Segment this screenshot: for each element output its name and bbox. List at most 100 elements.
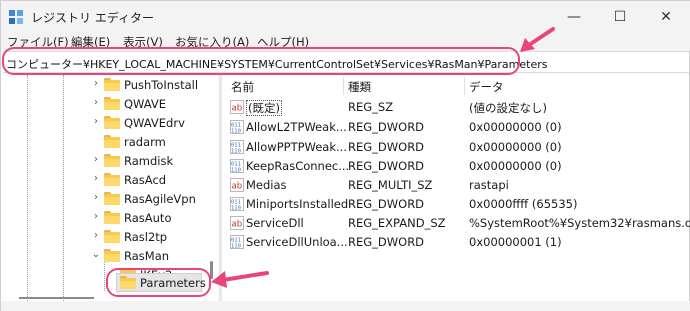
tree-item-rasl2tp[interactable]: › Rasl2tp: [3, 227, 217, 247]
binary-value-icon: 011110: [230, 235, 244, 249]
address-annotation-highlight: [2, 47, 520, 75]
value-data: rastapi: [469, 178, 509, 192]
tree-item-label: QWAVEdrv: [124, 116, 185, 130]
tree-item-qwave[interactable]: › QWAVE: [3, 94, 217, 114]
string-value-icon: ab: [230, 178, 244, 192]
value-type: REG_SZ: [348, 100, 394, 114]
value-row[interactable]: 011 110 ServiceDllUnloa... REG_DWORD 0x00…: [222, 233, 689, 252]
binary-value-icon: 011110: [230, 140, 244, 154]
folder-icon: [104, 192, 120, 205]
value-row[interactable]: 011 110 MiniportsInstalled REG_DWORD 0x00…: [222, 195, 689, 214]
value-type: REG_EXPAND_SZ: [348, 216, 446, 230]
chevron-right-icon[interactable]: ›: [91, 116, 101, 127]
svg-text:110: 110: [231, 244, 241, 250]
chevron-right-icon[interactable]: ›: [91, 192, 101, 203]
tree-item-rasman[interactable]: ⌄ RasMan: [3, 246, 217, 266]
column-header-name[interactable]: 名前: [231, 79, 254, 95]
value-data: 0x00000000 (0): [469, 140, 562, 154]
string-value-icon: ab: [230, 216, 244, 230]
value-data: 0x00000000 (0): [469, 120, 562, 134]
svg-text:110: 110: [231, 206, 241, 212]
folder-icon: [104, 154, 120, 167]
value-name: MiniportsInstalled: [246, 197, 349, 211]
value-type: REG_DWORD: [348, 197, 425, 211]
tree-item-label: RasAgileVpn: [124, 192, 196, 206]
binary-value-icon: 011110: [230, 197, 244, 211]
registry-editor-window: レジストリ エディター — ☐ ✕ ファイル(F) 編集(E) 表示(V) お気…: [0, 0, 690, 311]
values-list-pane[interactable]: 名前 種類 データ ab (既定) REG_SZ (値の設定なし) 011 110…: [222, 75, 690, 301]
value-type: REG_MULTI_SZ: [348, 178, 433, 192]
tree-item-rasagilevpn[interactable]: › RasAgileVpn: [3, 189, 217, 209]
column-header-type[interactable]: 種類: [348, 79, 371, 95]
column-separator[interactable]: [343, 77, 344, 95]
tree-item-label: QWAVE: [124, 97, 167, 111]
tree-item-radarm[interactable]: radarm: [3, 132, 217, 152]
tree-item-label: Rasl2tp: [124, 230, 168, 244]
folder-icon: [104, 116, 120, 129]
tree-item-label: Ramdisk: [124, 154, 174, 168]
value-row[interactable]: 011 110 KeepRasConnec... REG_DWORD 0x0000…: [222, 157, 689, 176]
tree-item-rasauto[interactable]: › RasAuto: [3, 208, 217, 228]
tree-item-ramdisk[interactable]: › Ramdisk: [3, 151, 217, 171]
value-row[interactable]: 011 110 AllowPPTPWeak... REG_DWORD 0x0000…: [222, 138, 689, 157]
value-data: %SystemRoot%¥System32¥rasmans.dll: [469, 216, 690, 230]
string-value-icon: ab: [230, 100, 244, 114]
value-type: REG_DWORD: [348, 159, 425, 173]
svg-text:110: 110: [231, 129, 241, 135]
tree-item-rasacd[interactable]: › RasAcd: [3, 170, 217, 190]
chevron-right-icon[interactable]: ›: [91, 78, 101, 89]
folder-open-icon: [104, 249, 120, 262]
svg-text:ab: ab: [232, 104, 243, 114]
tree-item-label: RasAcd: [124, 173, 167, 187]
svg-text:110: 110: [231, 149, 241, 155]
folder-icon: [104, 97, 120, 110]
value-data: 0x00000001 (1): [469, 235, 562, 249]
tree-horizontal-scrollbar[interactable]: [19, 297, 94, 299]
value-data: (値の設定なし): [469, 101, 547, 115]
folder-icon: [104, 211, 120, 224]
chevron-right-icon[interactable]: ›: [91, 211, 101, 222]
folder-icon: [104, 78, 120, 91]
folder-icon: [104, 135, 120, 148]
close-button[interactable]: ✕: [643, 1, 689, 33]
value-row[interactable]: ab ServiceDll REG_EXPAND_SZ %SystemRoot%…: [222, 214, 690, 233]
value-name: AllowPPTPWeak...: [246, 140, 347, 154]
chevron-right-icon[interactable]: ›: [91, 173, 101, 184]
value-type: REG_DWORD: [348, 120, 425, 134]
value-row[interactable]: 011 110 AllowL2TPWeak... REG_DWORD 0x0000…: [222, 118, 689, 137]
close-icon: ✕: [660, 9, 672, 25]
window-title: レジストリ エディター: [31, 11, 154, 25]
value-row[interactable]: ab (既定) REG_SZ (値の設定なし): [222, 98, 689, 117]
column-separator[interactable]: [464, 77, 465, 95]
value-row[interactable]: ab Medias REG_MULTI_SZ rastapi: [222, 176, 689, 195]
chevron-right-icon[interactable]: ›: [91, 230, 101, 241]
column-header-data[interactable]: データ: [469, 79, 504, 95]
binary-value-icon: 011110: [230, 159, 244, 173]
regedit-app-icon: [9, 10, 23, 24]
maximize-button[interactable]: ☐: [597, 1, 643, 33]
minimize-button[interactable]: —: [551, 1, 597, 33]
value-name: ServiceDll: [246, 216, 304, 230]
folder-icon: [104, 173, 120, 186]
parameters-annotation-arrow-icon: [211, 271, 269, 288]
tree-item-pushtoinstall[interactable]: › PushToInstall: [3, 75, 217, 95]
value-data: 0x00000000 (0): [469, 159, 562, 173]
svg-text:ab: ab: [232, 182, 243, 192]
value-name: (既定): [246, 100, 282, 116]
address-annotation-arrow-icon: [520, 27, 555, 52]
chevron-down-icon[interactable]: ⌄: [91, 249, 101, 260]
chevron-right-icon[interactable]: ›: [91, 97, 101, 108]
tree-item-label: RasAuto: [124, 211, 172, 225]
value-name: Medias: [246, 178, 287, 192]
svg-text:110: 110: [231, 168, 241, 174]
parameters-annotation-highlight: [106, 268, 211, 297]
tree-item-qwavedrv[interactable]: › QWAVEdrv: [3, 113, 217, 133]
title-bar[interactable]: レジストリ エディター — ☐ ✕: [1, 1, 690, 33]
binary-value-icon: 011110: [230, 120, 244, 134]
value-data: 0x0000ffff (65535): [469, 197, 578, 211]
tree-item-label: PushToInstall: [124, 78, 199, 92]
value-type: REG_DWORD: [348, 235, 425, 249]
tree-item-label: radarm: [124, 135, 166, 149]
value-name: KeepRasConnec...: [246, 159, 350, 173]
chevron-right-icon[interactable]: ›: [91, 154, 101, 165]
